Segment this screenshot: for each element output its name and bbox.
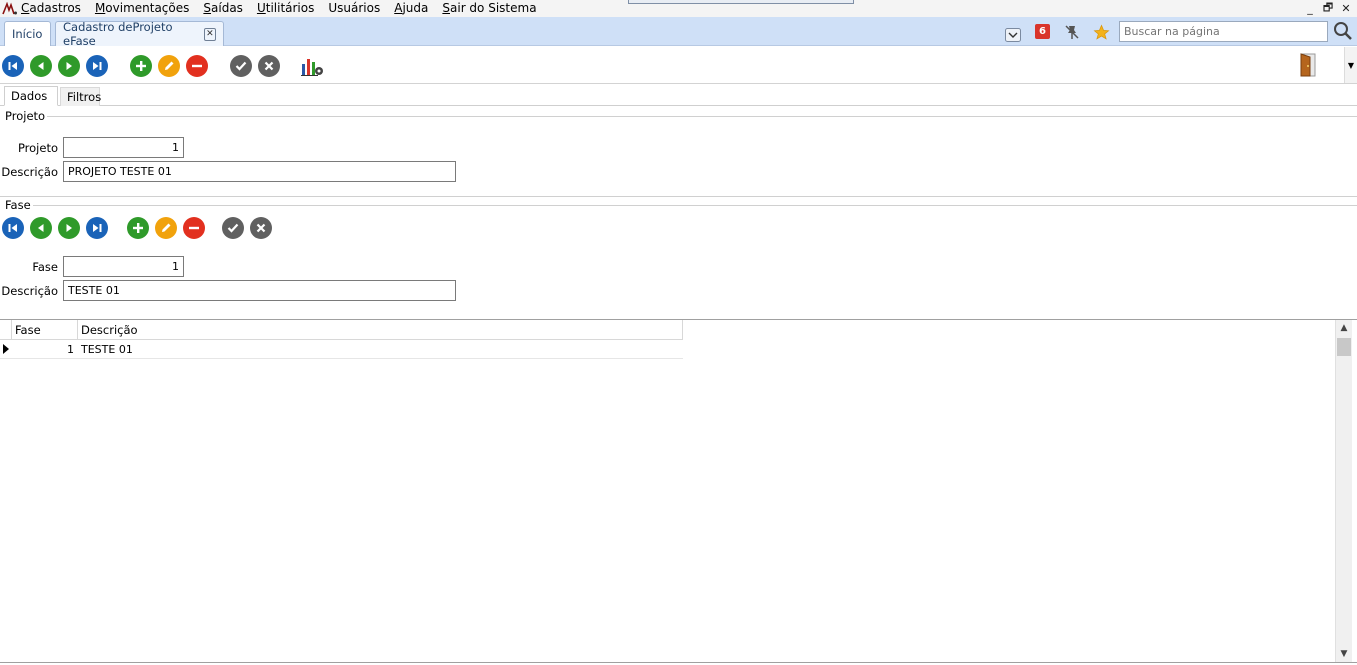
- form-tabs: Dados Filtros: [0, 85, 1357, 106]
- fase-field[interactable]: 1: [63, 256, 184, 277]
- favorite-star-icon[interactable]: [1092, 23, 1110, 41]
- grid-cell-descricao[interactable]: TESTE 01: [81, 340, 681, 359]
- fase-delete-record-button[interactable]: [183, 217, 205, 239]
- menu-sair-do-sistema[interactable]: Sair do Sistema: [442, 1, 536, 16]
- grid-header-descricao[interactable]: Descrição: [78, 320, 683, 340]
- close-window-button[interactable]: ✕: [1337, 1, 1355, 17]
- current-row-indicator-icon: [3, 344, 9, 354]
- confirm-button[interactable]: [230, 55, 252, 77]
- grid-header: Fase Descrição: [0, 320, 683, 340]
- fase-first-record-button[interactable]: [2, 217, 24, 239]
- fase-next-record-button[interactable]: [58, 217, 80, 239]
- edit-record-button[interactable]: [158, 55, 180, 77]
- search-input[interactable]: [1120, 22, 1327, 41]
- delete-record-button[interactable]: [186, 55, 208, 77]
- app-window: Cadastros Movimentações Saídas Utilitári…: [0, 0, 1357, 665]
- app-logo-icon: [1, 1, 19, 17]
- tab-cadastro-projeto-fase[interactable]: Cadastro deProjeto eFase ✕: [55, 20, 224, 48]
- fase-descricao-label: Descrição: [1, 284, 58, 298]
- title-drag-handle[interactable]: [628, 0, 854, 4]
- first-record-button[interactable]: [2, 55, 24, 77]
- menu-bar: Cadastros Movimentações Saídas Utilitári…: [0, 0, 1357, 17]
- menu-usuarios[interactable]: Usuários: [328, 1, 380, 16]
- tab-filtros[interactable]: Filtros: [60, 87, 101, 106]
- projeto-descricao-field[interactable]: PROJETO TESTE 01: [63, 161, 456, 182]
- projeto-group-bottom-divider: [0, 196, 1357, 197]
- fase-label: Fase: [32, 260, 58, 274]
- cancel-button[interactable]: [258, 55, 280, 77]
- last-record-button[interactable]: [86, 55, 108, 77]
- tab-inicio-label: Início: [12, 27, 43, 41]
- minimize-button[interactable]: _: [1301, 1, 1319, 17]
- fase-cancel-button[interactable]: [250, 217, 272, 239]
- add-record-button[interactable]: [130, 55, 152, 77]
- grid-vertical-scrollbar[interactable]: ▲ ▼: [1335, 320, 1352, 662]
- menu-saidas[interactable]: Saídas: [203, 1, 243, 16]
- grid-indicator-header: [0, 320, 12, 340]
- search-box[interactable]: [1119, 21, 1328, 42]
- restore-button[interactable]: 🗗: [1319, 1, 1337, 17]
- menu-movimentacoes[interactable]: Movimentações: [95, 1, 189, 16]
- fase-add-record-button[interactable]: [127, 217, 149, 239]
- tab-dados[interactable]: Dados: [4, 86, 58, 106]
- projeto-group-title: Projeto: [5, 109, 48, 123]
- previous-record-button[interactable]: [30, 55, 52, 77]
- unpin-icon[interactable]: [1063, 23, 1081, 41]
- menu-cadastros[interactable]: Cadastros: [21, 1, 81, 16]
- notification-badge[interactable]: 6: [1035, 24, 1050, 39]
- projeto-label: Projeto: [17, 141, 58, 155]
- tab-inicio[interactable]: Início: [4, 21, 51, 46]
- fase-descricao-field[interactable]: TESTE 01: [63, 280, 456, 301]
- exit-door-icon[interactable]: [1298, 53, 1318, 77]
- fase-previous-record-button[interactable]: [30, 217, 52, 239]
- fase-group-divider: [32, 205, 1357, 206]
- fase-last-record-button[interactable]: [86, 217, 108, 239]
- projeto-field[interactable]: 1: [63, 137, 184, 158]
- grid-cell-fase[interactable]: 1: [12, 340, 74, 359]
- report-chart-icon[interactable]: [300, 54, 326, 78]
- table-row[interactable]: 1 TESTE 01: [0, 340, 683, 359]
- main-toolbar: [0, 47, 1357, 84]
- projeto-group-divider: [40, 116, 1357, 117]
- fase-edit-record-button[interactable]: [155, 217, 177, 239]
- fase-confirm-button[interactable]: [222, 217, 244, 239]
- tab-close-icon[interactable]: ✕: [203, 27, 216, 41]
- fase-group-title: Fase: [5, 198, 33, 212]
- toolbar-overflow-chevron-down-icon[interactable]: ▼: [1344, 47, 1357, 83]
- scroll-thumb[interactable]: [1337, 338, 1351, 356]
- next-record-button[interactable]: [58, 55, 80, 77]
- scroll-up-icon[interactable]: ▲: [1336, 320, 1352, 336]
- dropdown-pages-icon[interactable]: [1004, 27, 1022, 43]
- tab-cadastro-label: Cadastro deProjeto eFase: [63, 20, 173, 48]
- menu-ajuda[interactable]: Ajuda: [394, 1, 428, 16]
- projeto-descricao-label: Descrição: [1, 165, 58, 179]
- menu-utilitarios[interactable]: Utilitários: [257, 1, 314, 16]
- scroll-down-icon[interactable]: ▼: [1336, 646, 1352, 662]
- window-controls: _ 🗗 ✕: [1301, 0, 1355, 17]
- fase-data-grid[interactable]: Fase Descrição 1 TESTE 01 ▲ ▼: [0, 319, 1357, 663]
- search-icon[interactable]: [1333, 21, 1353, 41]
- grid-header-fase[interactable]: Fase: [12, 320, 78, 340]
